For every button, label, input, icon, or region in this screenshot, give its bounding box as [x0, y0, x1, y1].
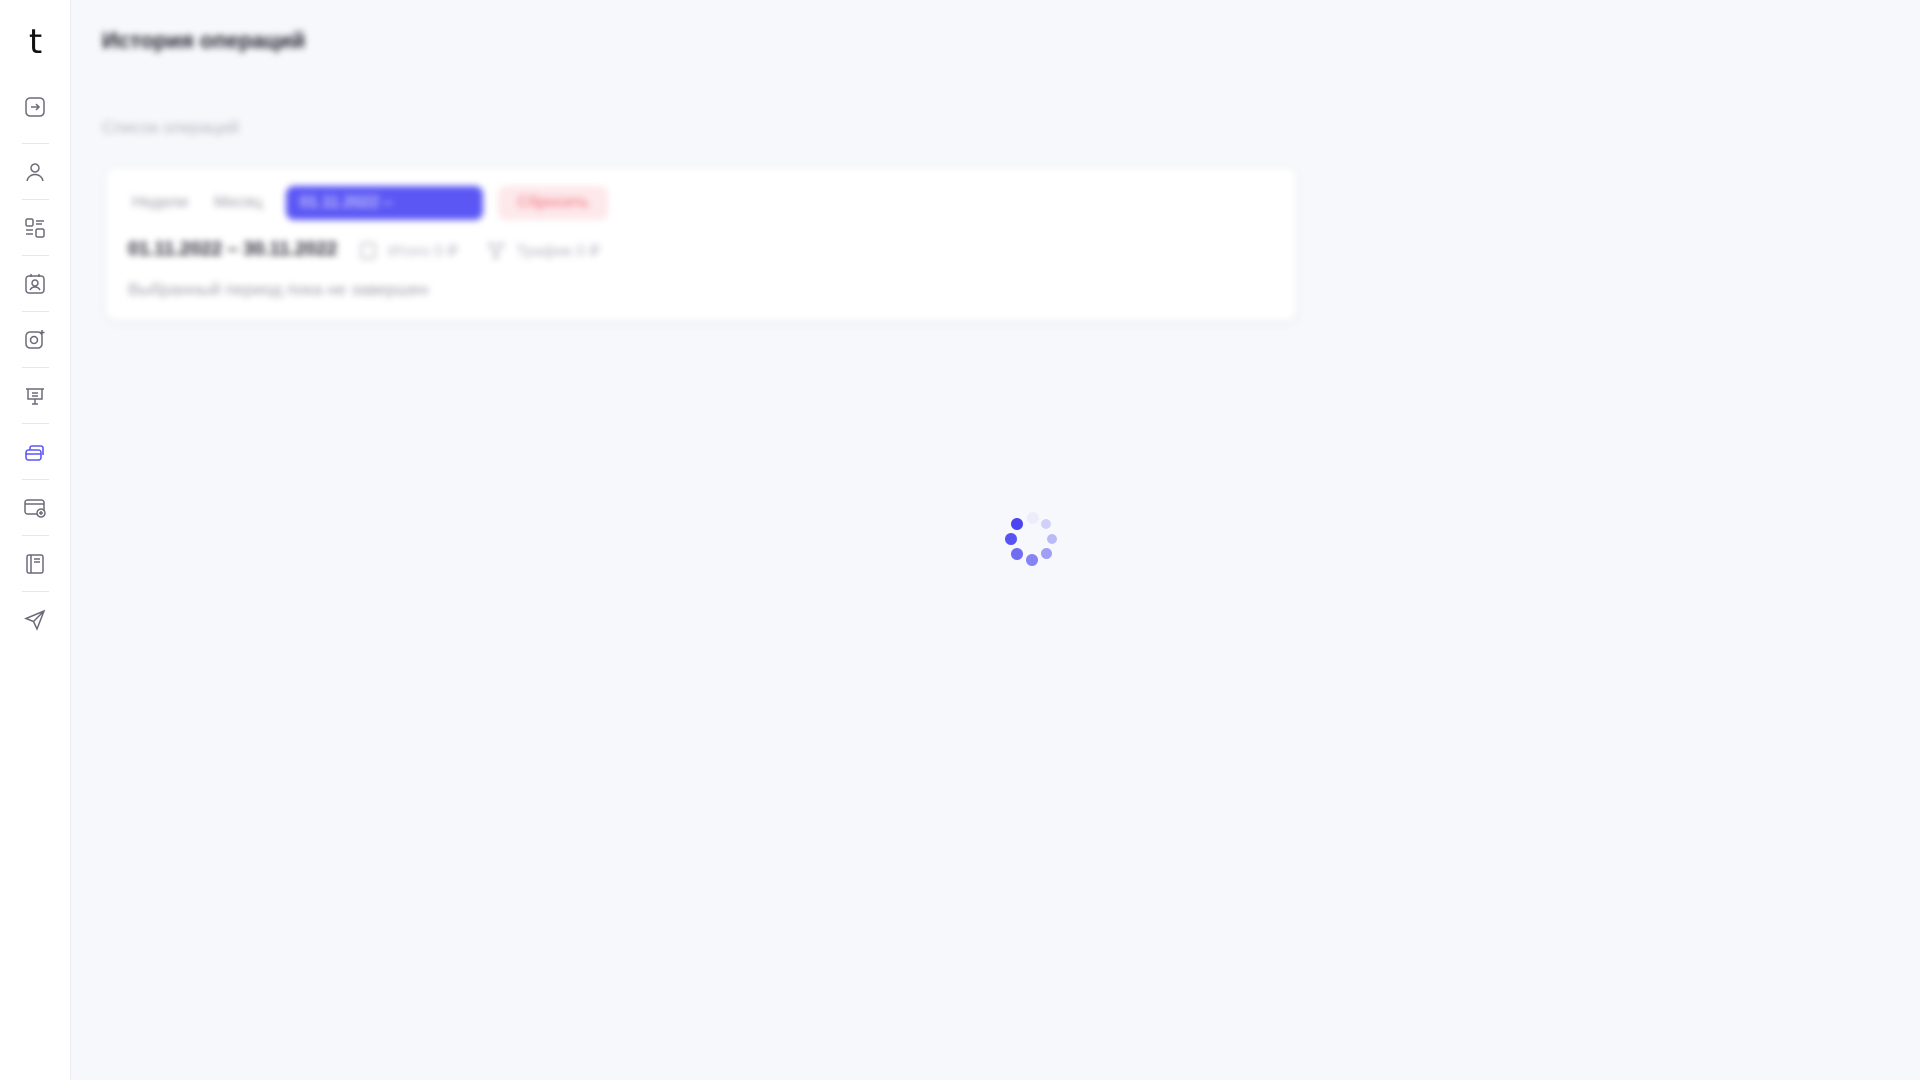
presentation-icon[interactable]: [20, 381, 50, 411]
exit-icon[interactable]: [20, 92, 50, 122]
period-description: Выбранный период пока не завершен: [128, 280, 429, 299]
card-add-icon[interactable]: [20, 493, 50, 523]
add-photo-icon[interactable]: [20, 325, 50, 355]
section-label: Список операций: [102, 118, 240, 137]
cards-icon[interactable]: [20, 437, 50, 467]
filter-icon: [486, 243, 506, 260]
spinner-dot: [1011, 518, 1023, 530]
total-value: Итого 0 ₽: [388, 243, 458, 260]
main-content: История операций Список операций Недели …: [72, 0, 1920, 1080]
document-icon: [360, 242, 376, 260]
spinner-dot: [1041, 519, 1051, 529]
spinner-dot: [1027, 512, 1039, 524]
app-logo[interactable]: t: [0, 18, 71, 66]
reset-button[interactable]: Сбросить: [498, 186, 608, 220]
traffic-value: Трафик 0 ₽: [516, 243, 600, 260]
filter-week-tab[interactable]: Недели: [118, 186, 202, 220]
selected-period: 01.11.2022 – 30.11.2022: [128, 239, 338, 260]
spinner-dot: [1005, 533, 1017, 545]
spinner-dot: [1047, 534, 1057, 544]
page-title: История операций: [102, 28, 306, 53]
loading-spinner: [1000, 512, 1060, 572]
contact-card-icon[interactable]: [20, 269, 50, 299]
filter-month-tab[interactable]: Месяц: [200, 186, 276, 220]
spinner-dot: [1041, 548, 1052, 559]
spinner-dot: [1026, 554, 1038, 566]
user-icon[interactable]: [20, 157, 50, 187]
traffic-meta: Трафик 0 ₽: [486, 239, 600, 263]
operations-card: Недели Месяц 01.11.2022 – 30.11.2022 Сбр…: [106, 168, 1296, 320]
total-meta: Итого 0 ₽: [358, 239, 458, 263]
database-icon[interactable]: [20, 213, 50, 243]
date-range-button[interactable]: 01.11.2022 – 30.11.2022: [286, 186, 483, 245]
sidebar: t: [0, 0, 71, 1080]
send-icon[interactable]: [20, 605, 50, 635]
spinner-dot: [1011, 548, 1023, 560]
notebook-icon[interactable]: [20, 549, 50, 579]
